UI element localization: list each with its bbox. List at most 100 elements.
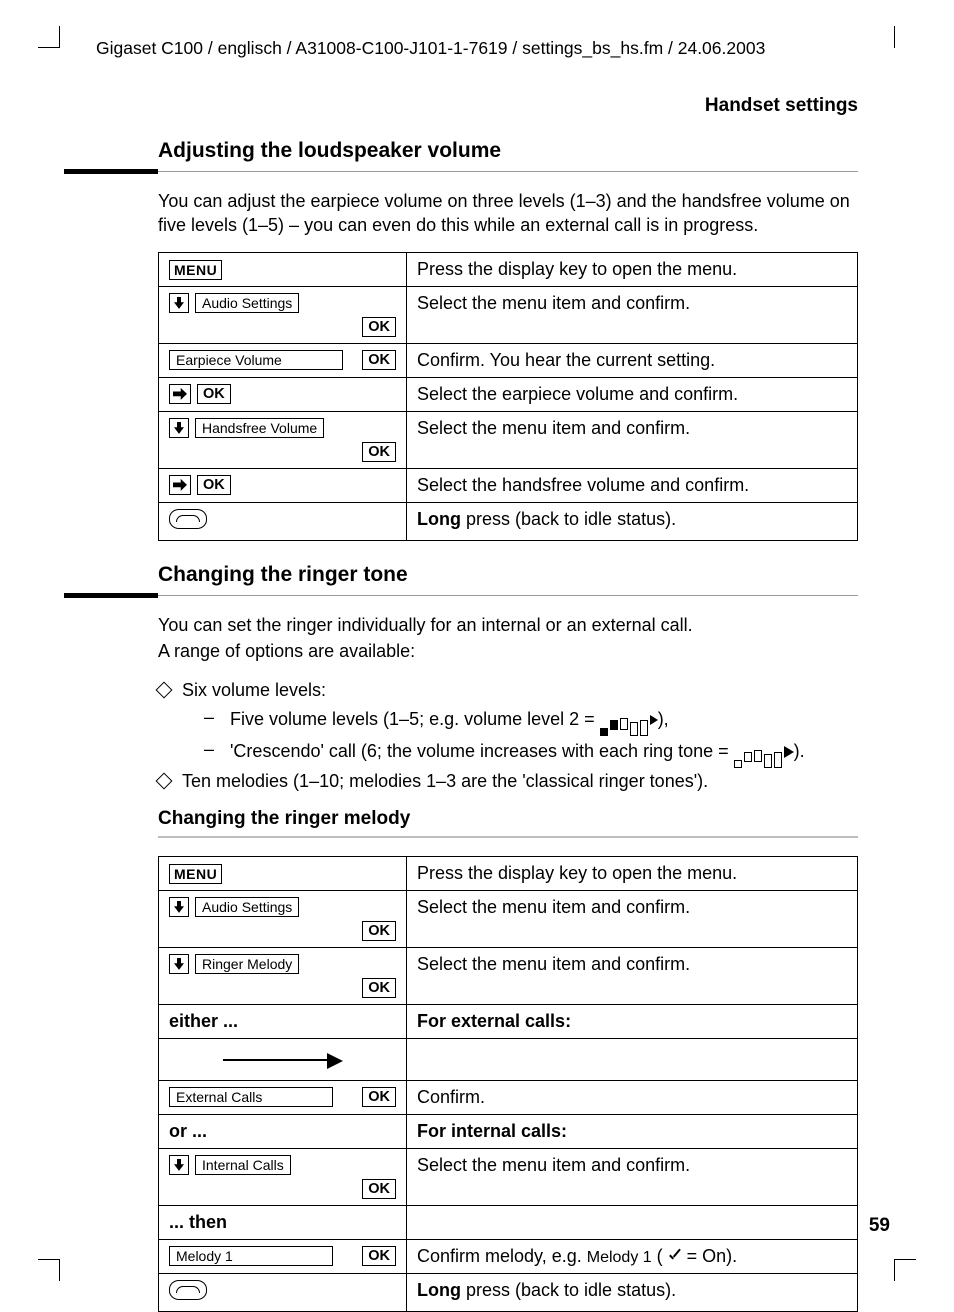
rule xyxy=(158,169,858,175)
table-row xyxy=(159,1038,858,1080)
table-row: Earpiece Volume OK Confirm. You hear the… xyxy=(159,343,858,377)
down-arrow-icon xyxy=(169,897,189,917)
menu-item: External Calls xyxy=(169,1087,333,1107)
ok-key: OK xyxy=(362,978,396,998)
crop-mark xyxy=(38,1259,60,1260)
ok-key: OK xyxy=(362,1179,396,1199)
hangup-icon xyxy=(169,509,207,529)
step-desc: Select the menu item and confirm. xyxy=(407,1148,858,1205)
ringer-intro1: You can set the ringer individually for … xyxy=(158,613,858,637)
table-row: Long press (back to idle status). xyxy=(159,502,858,540)
crop-mark xyxy=(59,26,60,48)
ok-key: OK xyxy=(362,350,396,370)
bullet-text: Six volume levels: xyxy=(182,677,326,703)
page-number: 59 xyxy=(869,1215,890,1237)
long-arrow-icon xyxy=(223,1055,343,1065)
table-row: OK Select the handsfree volume and confi… xyxy=(159,468,858,502)
menu-key: MENU xyxy=(169,260,222,280)
doc-path: Gigaset C100 / englisch / A31008-C100-J1… xyxy=(96,38,890,59)
for-internal: For internal calls: xyxy=(407,1114,858,1148)
bullet-text: Ten melodies (1–10; melodies 1–3 are the… xyxy=(182,768,708,794)
step-desc: Press the display key to open the menu. xyxy=(407,252,858,286)
down-arrow-icon xyxy=(169,954,189,974)
down-arrow-icon xyxy=(169,418,189,438)
crop-mark xyxy=(894,1259,916,1260)
table-row: Melody 1 OK Confirm melody, e.g. Melody … xyxy=(159,1239,858,1273)
check-icon xyxy=(668,1250,682,1264)
rule xyxy=(158,593,858,599)
ok-key: OK xyxy=(362,1087,396,1107)
table-row: either ... For external calls: xyxy=(159,1004,858,1038)
crop-mark xyxy=(59,1259,60,1281)
rule xyxy=(158,836,858,838)
table-row: Audio Settings OK Select the menu item a… xyxy=(159,890,858,947)
table-row: ... then xyxy=(159,1205,858,1239)
menu-item: Audio Settings xyxy=(195,897,299,917)
for-external: For external calls: xyxy=(407,1004,858,1038)
crop-mark xyxy=(894,1259,895,1281)
step-desc: Long press (back to idle status). xyxy=(407,502,858,540)
or-label: or ... xyxy=(159,1114,407,1148)
diamond-bullet-icon xyxy=(156,772,173,789)
table-row: Ringer Melody OK Select the menu item an… xyxy=(159,947,858,1004)
menu-item: Ringer Melody xyxy=(195,954,299,974)
step-desc: Confirm. xyxy=(407,1080,858,1114)
step-desc: Select the menu item and confirm. xyxy=(407,411,858,468)
down-arrow-icon xyxy=(169,1155,189,1175)
table-row: OK Select the earpiece volume and confir… xyxy=(159,377,858,411)
crop-mark xyxy=(38,47,60,48)
hangup-icon xyxy=(169,1280,207,1300)
step-desc: Select the handsfree volume and confirm. xyxy=(407,468,858,502)
crop-mark xyxy=(894,26,895,48)
h2-volume: Adjusting the loudspeaker volume xyxy=(158,139,858,163)
ok-key: OK xyxy=(197,384,231,404)
content: Adjusting the loudspeaker volume You can… xyxy=(158,139,858,1312)
either-label: either ... xyxy=(159,1004,407,1038)
section-label: Handset settings xyxy=(64,95,858,117)
step-desc: Select the menu item and confirm. xyxy=(407,286,858,343)
table-row: External Calls OK Confirm. xyxy=(159,1080,858,1114)
diamond-bullet-icon xyxy=(156,682,173,699)
ok-key: OK xyxy=(362,317,396,337)
ok-key: OK xyxy=(362,921,396,941)
play-tri-icon xyxy=(650,715,658,725)
menu-item: Audio Settings xyxy=(195,293,299,313)
step-desc: Select the earpiece volume and confirm. xyxy=(407,377,858,411)
play-tri-icon xyxy=(784,746,794,758)
h3-melody: Changing the ringer melody xyxy=(158,808,858,830)
volume-intro: You can adjust the earpiece volume on th… xyxy=(158,189,858,238)
table-row: Handsfree Volume OK Select the menu item… xyxy=(159,411,858,468)
volume-bars-icon xyxy=(734,736,782,768)
table-row: MENU Press the display key to open the m… xyxy=(159,252,858,286)
ok-key: OK xyxy=(197,475,231,495)
table-row: or ... For internal calls: xyxy=(159,1114,858,1148)
right-arrow-icon xyxy=(169,384,191,404)
menu-item: Handsfree Volume xyxy=(195,418,324,438)
volume-steps-table: MENU Press the display key to open the m… xyxy=(158,252,858,541)
bullet-text: Five volume levels (1–5; e.g. volume lev… xyxy=(230,704,669,736)
step-desc: Confirm melody, e.g. Melody 1 ( = On). xyxy=(407,1239,858,1273)
step-desc: Confirm. You hear the current setting. xyxy=(407,343,858,377)
ok-key: OK xyxy=(362,1246,396,1266)
ok-key: OK xyxy=(362,442,396,462)
step-desc: Press the display key to open the menu. xyxy=(407,856,858,890)
page: Gigaset C100 / englisch / A31008-C100-J1… xyxy=(0,0,954,1307)
table-row: MENU Press the display key to open the m… xyxy=(159,856,858,890)
bullet-text: 'Crescendo' call (6; the volume increase… xyxy=(230,736,805,768)
step-desc: Select the menu item and confirm. xyxy=(407,890,858,947)
step-desc: Long press (back to idle status). xyxy=(407,1273,858,1311)
then-label: ... then xyxy=(159,1205,407,1239)
melody-steps-table: MENU Press the display key to open the m… xyxy=(158,856,858,1312)
menu-key: MENU xyxy=(169,864,222,884)
menu-item: Melody 1 xyxy=(169,1246,333,1266)
down-arrow-icon xyxy=(169,293,189,313)
table-row: Long press (back to idle status). xyxy=(159,1273,858,1311)
table-row: Internal Calls OK Select the menu item a… xyxy=(159,1148,858,1205)
step-desc: Select the menu item and confirm. xyxy=(407,947,858,1004)
h2-ringer: Changing the ringer tone xyxy=(158,563,858,587)
right-arrow-icon xyxy=(169,475,191,495)
ringer-intro2: A range of options are available: xyxy=(158,639,858,663)
bullet-list: Six volume levels: – Five volume levels … xyxy=(158,677,858,793)
table-row: Audio Settings OK Select the menu item a… xyxy=(159,286,858,343)
menu-item: Internal Calls xyxy=(195,1155,291,1175)
